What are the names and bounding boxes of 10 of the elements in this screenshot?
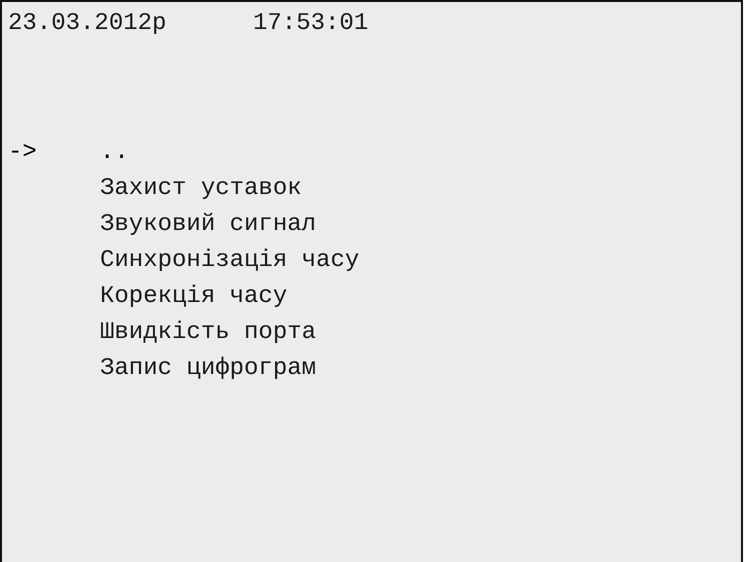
menu-item[interactable]: Запис цифрограм [100, 354, 316, 382]
time-text: 17:53:01 [253, 10, 368, 36]
cursor-arrow: -> [8, 138, 37, 166]
menu-item[interactable]: Швидкість порта [100, 318, 316, 346]
menu-item[interactable]: Захист уставок [100, 174, 302, 202]
menu-item[interactable]: .. [100, 138, 129, 166]
menu-item[interactable]: Звуковий сигнал [100, 210, 316, 238]
menu-item[interactable]: Корекція часу [100, 282, 288, 310]
date-text: 23.03.2012р [8, 10, 168, 36]
menu-item[interactable]: Синхронізація часу [100, 246, 360, 274]
